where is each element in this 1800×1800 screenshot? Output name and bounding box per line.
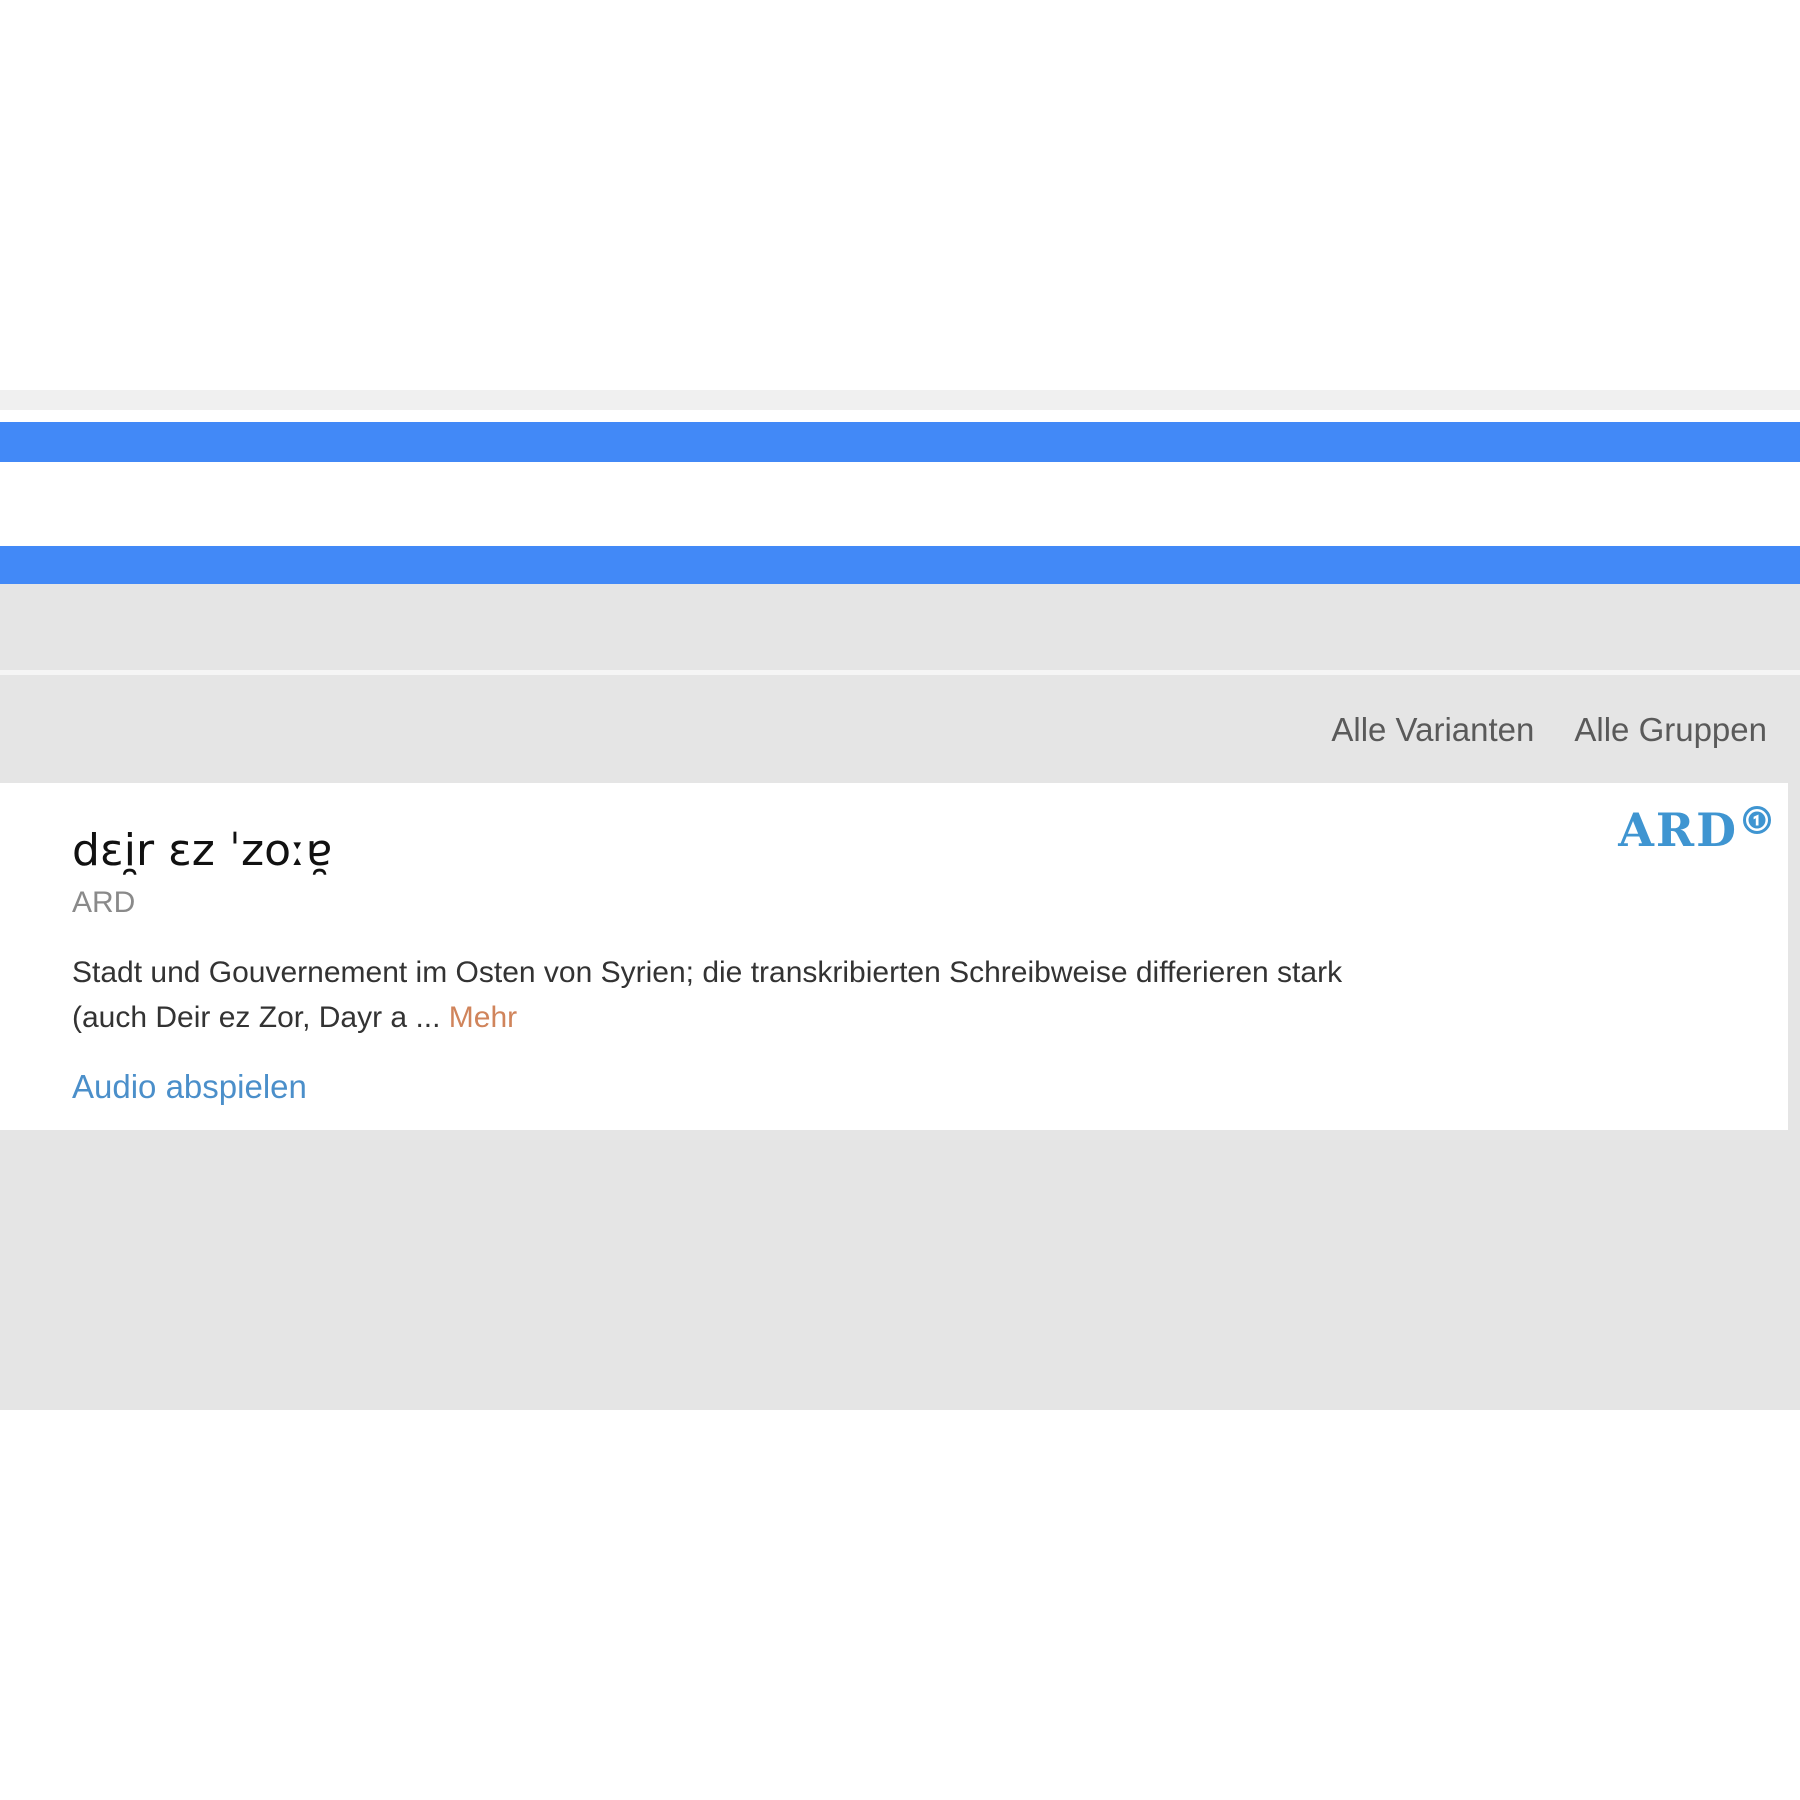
header-blue-bar-bottom — [0, 546, 1800, 584]
filter-bar: Alle Varianten Alle Gruppen — [1331, 711, 1767, 749]
pronunciation-text: dɛi̯r ɛz ˈzoːɐ̯ — [72, 825, 333, 876]
toolbar-band — [0, 584, 1800, 670]
play-audio-link[interactable]: Audio abspielen — [72, 1068, 307, 1106]
ard-logo-text: ARD — [1618, 803, 1738, 857]
description-text: Stadt und Gouvernement im Osten von Syri… — [72, 956, 1343, 1034]
result-card: dɛi̯r ɛz ˈzoːɐ̯ ARD Stadt und Gouverneme… — [0, 783, 1788, 1130]
more-link[interactable]: Mehr — [449, 1001, 517, 1034]
page: Alle Varianten Alle Gruppen dɛi̯r ɛz ˈzo… — [0, 0, 1800, 1800]
description: Stadt und Gouvernement im Osten von Syri… — [72, 950, 1402, 1040]
top-strip — [0, 390, 1800, 410]
source-label: ARD — [72, 886, 136, 919]
header-blue-bar-top — [0, 422, 1800, 462]
ard-one-icon — [1742, 805, 1772, 840]
header-white-band — [0, 462, 1800, 546]
all-variants-link[interactable]: Alle Varianten — [1331, 711, 1534, 749]
all-groups-link[interactable]: Alle Gruppen — [1574, 711, 1767, 749]
results-area: Alle Varianten Alle Gruppen dɛi̯r ɛz ˈzo… — [0, 675, 1800, 1410]
ard-logo: ARD — [1618, 803, 1772, 857]
